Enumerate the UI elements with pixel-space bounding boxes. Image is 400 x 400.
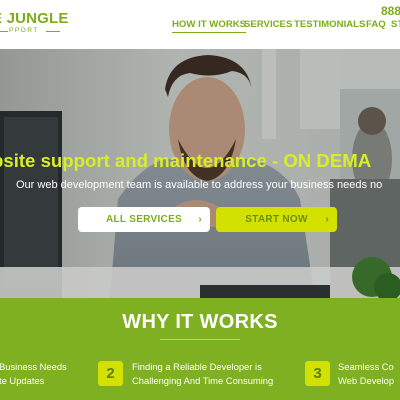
logo-subtitle: PPORT [9, 27, 39, 34]
logo-divider-left [0, 31, 8, 32]
why-it-works-section: WHY IT WORKS Business Needs te Updates 2… [0, 298, 400, 400]
section-title-underline [160, 339, 240, 340]
step-1-line1: Business Needs [0, 361, 67, 372]
step-number-badge: 2 [98, 361, 123, 386]
step-2-line2: Challenging And Time Consuming [132, 375, 274, 386]
start-now-button[interactable]: START NOW › [216, 207, 337, 232]
nav-how-it-works[interactable]: HOW IT WORKS [172, 19, 247, 33]
start-now-label: START NOW [245, 214, 308, 225]
step-2-text: Finding a Reliable Developer is Challeng… [132, 360, 273, 388]
step-2-line1: Finding a Reliable Developer is [132, 361, 262, 372]
hero-subtitle: Our web development team is available to… [16, 179, 383, 191]
step-1-line2: te Updates [0, 375, 45, 386]
step-3-line1: Seamless Co [338, 361, 394, 372]
all-services-label: ALL SERVICES [105, 214, 183, 225]
chevron-right-icon: › [198, 214, 202, 225]
nav-faq[interactable]: FAQ [366, 19, 386, 30]
step-3-line2: Web Develop [338, 375, 395, 386]
phone-number[interactable]: 888 [381, 4, 400, 18]
nav-start[interactable]: ST [391, 19, 400, 30]
site-header: E JUNGLE PPORT HOW IT WORKS SERVICES TES… [0, 0, 400, 49]
nav-testimonials[interactable]: TESTIMONIALS [294, 19, 365, 30]
hero-title: bsite support and maintenance - ON DEMA [0, 150, 372, 171]
logo-name: E JUNGLE [0, 10, 69, 27]
step-1-text: Business Needs te Updates [0, 360, 67, 388]
all-services-button[interactable]: ALL SERVICES › [78, 207, 210, 232]
step-number-badge: 3 [305, 361, 330, 386]
nav-services[interactable]: SERVICES [244, 19, 292, 30]
hero-section: bsite support and maintenance - ON DEMA … [0, 49, 400, 298]
logo-divider-right [46, 31, 60, 32]
section-title: WHY IT WORKS [122, 311, 278, 333]
step-3-text: Seamless Co Web Develop [338, 360, 394, 388]
logo[interactable]: E JUNGLE PPORT [0, 10, 76, 34]
hero-content: bsite support and maintenance - ON DEMA … [0, 49, 400, 298]
chevron-right-icon: › [325, 214, 329, 225]
